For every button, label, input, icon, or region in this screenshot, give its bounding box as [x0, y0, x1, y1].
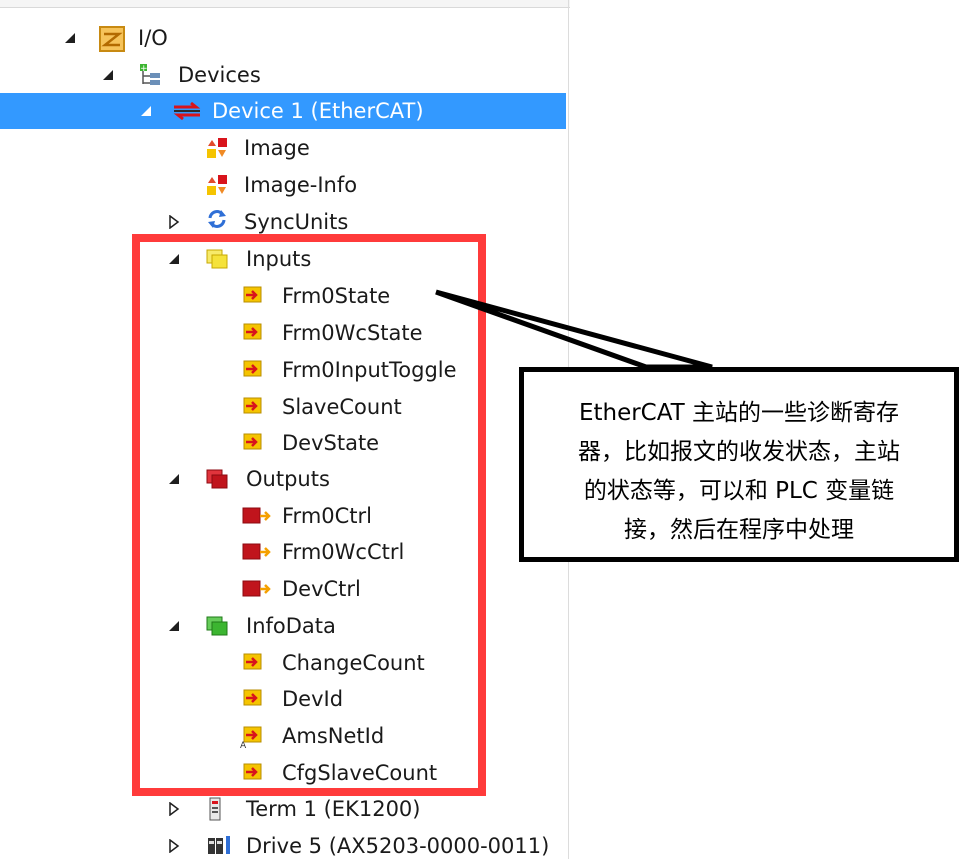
callout-text-line: 的状态等，可以和 PLC 变量链: [583, 478, 895, 504]
callout-text-line: EtherCAT 主站的一些诊断寄存: [578, 400, 900, 426]
callout-box: EtherCAT 主站的一些诊断寄存 器，比如报文的收发状态，主站 的状态等，可…: [519, 367, 959, 562]
callout-text-line: 器，比如报文的收发状态，主站: [578, 439, 900, 465]
callout-text-line: 接，然后在程序中处理: [624, 517, 854, 543]
